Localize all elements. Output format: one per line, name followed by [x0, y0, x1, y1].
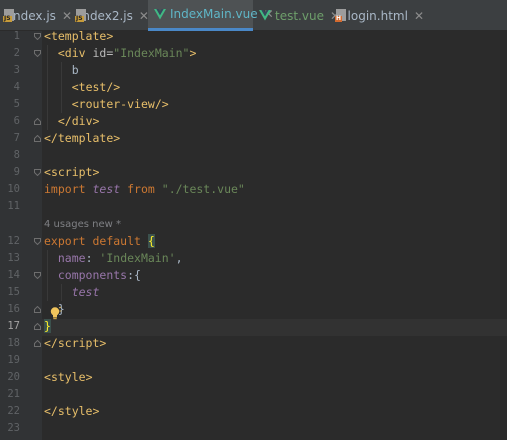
code-line-9: <script>: [44, 165, 100, 179]
line-number: 23: [7, 422, 20, 434]
close-tab-icon[interactable]: ✕: [62, 9, 72, 23]
fold-collapse-icon[interactable]: [34, 272, 41, 279]
tab-label: login.html: [347, 8, 408, 23]
tab-label: index.js: [9, 8, 56, 23]
line-number-current: 17: [7, 320, 20, 332]
line-number: 20: [7, 371, 20, 383]
line-number: 18: [7, 337, 20, 349]
html-file-icon: H: [335, 9, 346, 22]
line-number: 15: [7, 286, 20, 298]
line-number: 11: [7, 200, 20, 212]
code-line-2: <div id="IndexMain">: [57, 46, 197, 60]
line-number: 19: [7, 354, 20, 366]
tab-index-js[interactable]: JS index.js ✕: [0, 0, 72, 31]
vue-file-icon: [259, 10, 271, 21]
matched-brace: {: [147, 234, 155, 248]
fold-collapse-icon[interactable]: [34, 50, 41, 57]
code-line-12: export default {: [44, 234, 155, 248]
intention-lightbulb-icon[interactable]: [48, 305, 62, 320]
tab-login-html[interactable]: H login.html ✕: [329, 0, 424, 31]
code-line-7: </template>: [44, 131, 121, 145]
fold-collapse-icon[interactable]: [34, 33, 41, 40]
tab-indexmain-vue[interactable]: IndexMain.vue ✕: [148, 0, 274, 31]
code-editor[interactable]: 1 2 3 4 5 6 7 8 9 10 11 12 13 14 15 16 1…: [0, 29, 507, 440]
line-number: 6: [13, 115, 20, 127]
fold-collapse-icon[interactable]: [34, 238, 41, 245]
fold-end-icon[interactable]: [34, 340, 41, 347]
line-number: 14: [7, 269, 20, 281]
tab-test-vue[interactable]: test.vue ✕: [253, 0, 340, 31]
vue-file-icon: [154, 8, 166, 20]
code-line-13: name: 'IndexMain',: [57, 251, 183, 265]
current-line-highlight: [0, 319, 507, 336]
line-number-gutter[interactable]: 1 2 3 4 5 6 7 8 9 10 11 12 13 14 15 16 1…: [0, 30, 42, 440]
line-number: 10: [7, 183, 20, 195]
tab-index2-js[interactable]: JS index2.js ✕: [72, 0, 149, 31]
line-number: 9: [13, 166, 20, 178]
line-number: 22: [7, 405, 20, 417]
fold-end-icon[interactable]: [34, 323, 41, 330]
code-line-15: test: [71, 285, 100, 299]
close-tab-icon[interactable]: ✕: [414, 9, 424, 23]
code-line-3: b: [71, 63, 79, 77]
code-line-18: </script>: [44, 336, 107, 350]
tab-label: IndexMain.vue: [170, 7, 258, 21]
fold-end-icon[interactable]: [34, 306, 41, 313]
line-number: 8: [13, 149, 20, 161]
line-number: 7: [13, 132, 20, 144]
line-number: 3: [13, 64, 20, 76]
line-number: 16: [7, 303, 20, 315]
tab-label: test.vue: [275, 8, 324, 23]
line-number: 12: [7, 235, 20, 247]
code-line-17: }: [44, 318, 51, 335]
code-line-6: </div>: [57, 114, 100, 128]
line-number: 21: [7, 388, 20, 400]
code-line-14: components:{: [57, 268, 141, 282]
code-line-4: <test/>: [71, 80, 121, 94]
code-line-10: import test from "./test.vue": [44, 182, 245, 196]
code-line-5: <router-view/>: [71, 97, 169, 111]
line-number: 13: [7, 252, 20, 264]
fold-collapse-icon[interactable]: [34, 169, 41, 176]
fold-end-icon[interactable]: [34, 135, 41, 142]
code-line-22: </style>: [44, 404, 100, 418]
javascript-file-icon: JS: [3, 9, 14, 22]
matched-brace: }: [44, 319, 51, 333]
code-line-20: <style>: [44, 370, 93, 384]
line-number: 1: [13, 30, 20, 42]
usages-inlay-hint[interactable]: 4 usages new *: [44, 216, 121, 233]
tab-label: index2.js: [79, 8, 133, 23]
line-number: 5: [13, 98, 20, 110]
code-line-1: <template>: [44, 29, 114, 43]
line-number: 4: [13, 81, 20, 93]
line-number: 2: [13, 47, 20, 59]
fold-end-icon[interactable]: [34, 118, 41, 125]
editor-tab-bar: JS index.js ✕ JS index2.js ✕ IndexMain.v…: [0, 0, 507, 31]
